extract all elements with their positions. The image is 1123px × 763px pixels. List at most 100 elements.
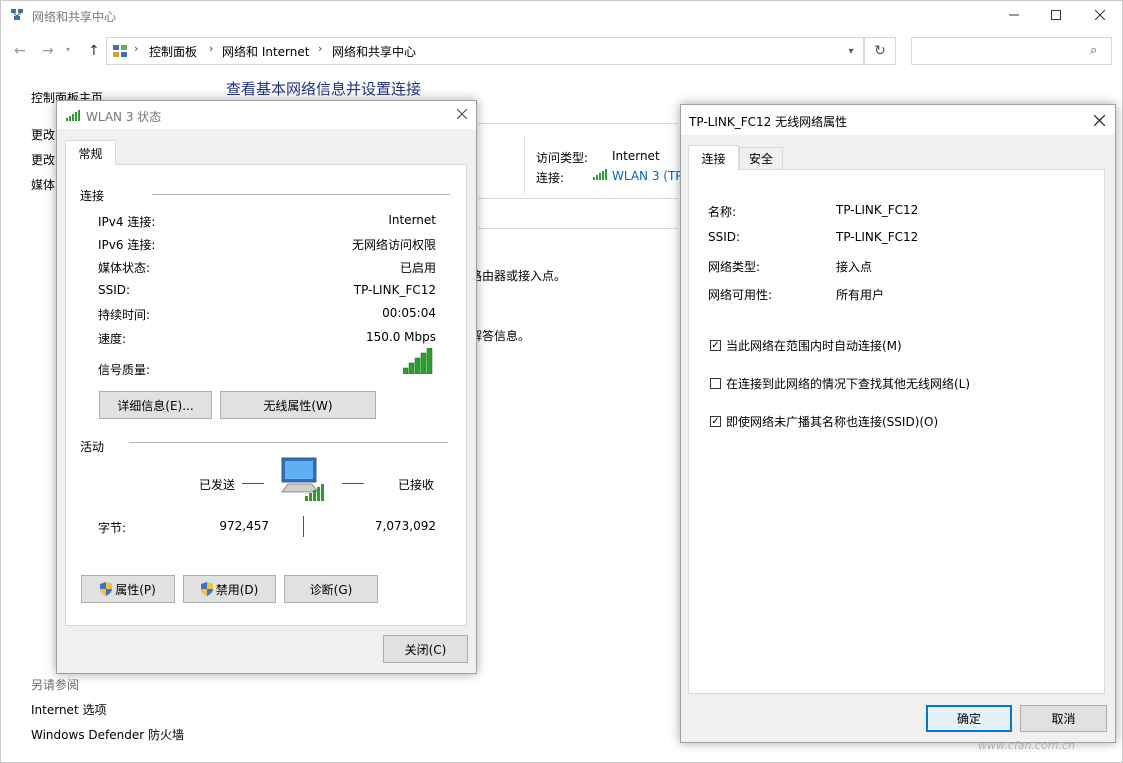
media-state-label: 媒体状态:	[98, 261, 151, 275]
section-divider	[478, 198, 678, 199]
bytes-separator	[303, 516, 304, 537]
see-also-heading: 另请参阅	[31, 678, 80, 692]
group-line	[129, 442, 448, 443]
connection-tab-page	[688, 169, 1105, 694]
disable-button[interactable]: 禁用(D)	[183, 575, 276, 603]
connection-label: 连接:	[536, 171, 565, 185]
maximize-button[interactable]	[1033, 0, 1079, 30]
ipv6-label: IPv6 连接:	[98, 238, 156, 252]
address-bar[interactable]	[106, 37, 864, 65]
name-label: 名称:	[708, 205, 737, 219]
minimize-button[interactable]	[991, 0, 1037, 30]
network-computer-icon	[281, 457, 324, 501]
network-center-icon	[11, 9, 23, 20]
ipv4-label: IPv4 连接:	[98, 215, 156, 229]
shield-icon	[100, 582, 113, 596]
sidebar-link-media[interactable]: 媒体	[31, 176, 55, 193]
checkmark-icon: ✓	[711, 339, 720, 351]
wlan-dialog-title: WLAN 3 状态	[86, 110, 162, 124]
speed-value: 150.0 Mbps	[365, 330, 436, 344]
close-icon	[1095, 10, 1105, 20]
bytes-received-value: 7,073,092	[374, 519, 436, 533]
breadcrumb-separator: ›	[134, 42, 139, 55]
ssid-value: TP-LINK_FC12	[353, 283, 436, 297]
address-dropdown-chevron-icon[interactable]: ▾	[838, 37, 864, 65]
auto-connect-checkbox[interactable]: ✓	[710, 340, 721, 351]
search-icon[interactable]: ⌕	[1090, 43, 1097, 58]
activity-heading: 活动	[80, 440, 105, 454]
network-availability-label: 网络可用性:	[708, 288, 773, 302]
back-arrow-icon[interactable]: ←	[14, 43, 26, 59]
refresh-icon: ↻	[874, 43, 886, 59]
tab-connection[interactable]: 连接	[688, 145, 739, 170]
refresh-button[interactable]: ↻	[864, 37, 896, 65]
watermark: www.cfan.com.cn	[978, 739, 1075, 752]
partial-text-router: 路由器或接入点。	[470, 269, 567, 283]
search-input[interactable]	[911, 37, 1112, 65]
wifi-signal-icon	[593, 169, 607, 180]
recent-locations-chevron-icon[interactable]: ▾	[66, 45, 70, 54]
received-line	[342, 483, 364, 484]
close-button[interactable]: 关闭(C)	[383, 635, 468, 663]
hidden-ssid-checkbox[interactable]: ✓	[710, 416, 721, 427]
properties-button[interactable]: 属性(P)	[81, 575, 175, 603]
forward-arrow-icon[interactable]: →	[42, 43, 54, 59]
titlebar	[0, 0, 1123, 30]
wlan-dialog-close-x[interactable]	[452, 104, 472, 124]
auto-connect-label[interactable]: 当此网络在范围内时自动连接(M)	[726, 337, 902, 354]
connection-heading: 连接	[80, 189, 105, 203]
checkmark-icon: ✓	[711, 415, 720, 427]
name-value: TP-LINK_FC12	[836, 203, 919, 217]
breadcrumb-separator: ›	[318, 42, 323, 55]
bytes-sent-value: 972,457	[219, 519, 269, 533]
ipv4-value: Internet	[388, 213, 436, 227]
ssid-label: SSID:	[708, 230, 741, 244]
wireless-properties-button[interactable]: 无线属性(W)	[220, 391, 376, 419]
breadcrumb-network-internet[interactable]: 网络和 Internet	[222, 43, 309, 60]
cancel-button[interactable]: 取消	[1020, 705, 1107, 732]
ssid-value: TP-LINK_FC12	[836, 230, 919, 244]
properties-button-label: 属性(P)	[115, 582, 156, 597]
signal-quality-label: 信号质量:	[98, 363, 151, 377]
find-other-networks-checkbox[interactable]	[710, 378, 721, 389]
breadcrumb-separator: ›	[209, 42, 214, 55]
maximize-icon	[1051, 10, 1061, 20]
speed-label: 速度:	[98, 332, 127, 346]
disable-button-label: 禁用(D)	[215, 582, 259, 597]
section-separator	[524, 135, 525, 195]
connection-link[interactable]: WLAN 3 (TP	[612, 169, 683, 183]
firewall-link[interactable]: Windows Defender 防火墙	[31, 726, 184, 743]
find-other-networks-label[interactable]: 在连接到此网络的情况下查找其他无线网络(L)	[726, 375, 970, 392]
tab-security[interactable]: 安全	[739, 147, 783, 169]
received-label: 已接收	[398, 478, 435, 492]
sidebar-link-change-sharing[interactable]: 更改	[31, 151, 55, 168]
props-dialog-close-x[interactable]	[1089, 110, 1109, 130]
media-state-value: 已启用	[399, 261, 436, 275]
duration-label: 持续时间:	[98, 308, 151, 322]
network-type-value: 接入点	[836, 260, 873, 274]
details-button[interactable]: 详细信息(E)...	[99, 391, 212, 419]
network-type-label: 网络类型:	[708, 260, 761, 274]
diagnose-button[interactable]: 诊断(G)	[284, 575, 378, 603]
close-window-button[interactable]	[1077, 0, 1123, 30]
tab-joiner	[66, 163, 115, 165]
minimize-icon	[1009, 14, 1019, 16]
section-divider	[478, 228, 678, 229]
ipv6-value: 无网络访问权限	[351, 238, 436, 252]
breadcrumb-sharing-center[interactable]: 网络和共享中心	[332, 43, 416, 60]
close-icon	[457, 109, 467, 119]
sidebar-link-change-adapter[interactable]: 更改	[31, 126, 55, 143]
shield-icon	[200, 582, 213, 596]
internet-options-link[interactable]: Internet 选项	[31, 701, 106, 718]
bytes-label: 字节:	[98, 521, 127, 535]
ok-button[interactable]: 确定	[926, 705, 1012, 732]
network-availability-value: 所有用户	[836, 288, 885, 302]
close-icon	[1093, 114, 1105, 126]
breadcrumb-control-panel[interactable]: 控制面板	[149, 43, 197, 60]
window-title: 网络和共享中心	[32, 10, 117, 24]
hidden-ssid-label[interactable]: 即使网络未广播其名称也连接(SSID)(O)	[726, 413, 938, 430]
partial-text-troubleshoot: 解答信息。	[470, 329, 531, 343]
tab-general[interactable]: 常规	[65, 140, 116, 165]
control-panel-icon	[113, 45, 127, 57]
up-arrow-icon[interactable]: ↑	[88, 43, 100, 59]
